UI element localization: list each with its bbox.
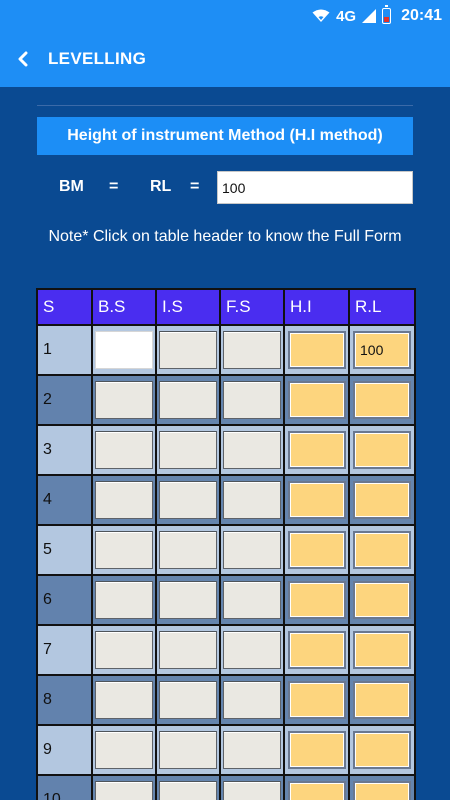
- equals-sign: =: [190, 178, 200, 195]
- bs-input[interactable]: [95, 631, 153, 669]
- table-row: 6: [36, 574, 416, 626]
- is-input[interactable]: [159, 681, 217, 719]
- bs-input[interactable]: [95, 731, 153, 769]
- table-row: 3: [36, 424, 416, 476]
- fs-input[interactable]: [223, 481, 281, 519]
- table-row: 2: [36, 374, 416, 426]
- bs-input[interactable]: [95, 481, 153, 519]
- header-rl[interactable]: R.L: [348, 288, 416, 326]
- table-row: 5: [36, 524, 416, 576]
- hi-field[interactable]: [287, 631, 346, 669]
- hi-field[interactable]: [287, 331, 346, 369]
- fs-input[interactable]: [223, 631, 281, 669]
- levelling-table: S B.S I.S F.S H.I R.L 1 2 3: [36, 288, 416, 800]
- serial-number: 8: [36, 674, 93, 726]
- hi-field[interactable]: [287, 581, 346, 619]
- hi-field[interactable]: [287, 731, 346, 769]
- serial-number: 7: [36, 624, 93, 676]
- app-bar: LEVELLING: [0, 31, 450, 87]
- is-input[interactable]: [159, 331, 217, 369]
- chevron-left-icon: [18, 51, 28, 67]
- bs-input[interactable]: [95, 781, 153, 800]
- rl-label: RL: [150, 178, 172, 195]
- is-input[interactable]: [159, 731, 217, 769]
- status-bar: 4G 20:41: [0, 0, 450, 31]
- wifi-icon: [312, 9, 330, 22]
- status-time: 20:41: [401, 7, 442, 24]
- battery-icon: [382, 5, 392, 24]
- serial-number: 5: [36, 524, 93, 576]
- table-row: 9: [36, 724, 416, 776]
- serial-number: 1: [36, 324, 93, 376]
- equals-sign: =: [109, 178, 119, 195]
- hi-field[interactable]: [287, 781, 346, 800]
- method-banner: Height of instrument Method (H.I method): [37, 117, 413, 155]
- is-input[interactable]: [159, 781, 217, 800]
- network-type: 4G: [336, 7, 357, 25]
- fs-input[interactable]: [223, 331, 281, 369]
- signal-icon: [362, 9, 377, 23]
- header-hi[interactable]: H.I: [283, 288, 350, 326]
- hi-field[interactable]: [287, 681, 346, 719]
- header-s[interactable]: S: [36, 288, 93, 326]
- fs-input[interactable]: [223, 431, 281, 469]
- bm-rl-row: BM = RL =: [37, 171, 413, 204]
- page-title: LEVELLING: [48, 49, 147, 68]
- serial-number: 6: [36, 574, 93, 626]
- hi-field[interactable]: [287, 431, 346, 469]
- bs-input[interactable]: [95, 581, 153, 619]
- header-fs[interactable]: F.S: [219, 288, 285, 326]
- status-icons: 4G 20:41: [312, 5, 442, 27]
- rl-field[interactable]: [353, 431, 411, 469]
- bs-input[interactable]: [95, 681, 153, 719]
- serial-number: 4: [36, 474, 93, 526]
- rl-input[interactable]: [217, 171, 413, 204]
- bs-input[interactable]: [95, 431, 153, 469]
- is-input[interactable]: [159, 481, 217, 519]
- rl-field[interactable]: [353, 581, 411, 619]
- serial-number: 2: [36, 374, 93, 426]
- table-row: 10: [36, 774, 416, 800]
- is-input[interactable]: [159, 531, 217, 569]
- table-row: 1: [36, 324, 416, 376]
- table-row: 4: [36, 474, 416, 526]
- is-input[interactable]: [159, 631, 217, 669]
- table-header-row: S B.S I.S F.S H.I R.L: [36, 288, 416, 326]
- bs-input[interactable]: [95, 331, 153, 369]
- fs-input[interactable]: [223, 531, 281, 569]
- back-button[interactable]: [0, 31, 46, 87]
- rl-field[interactable]: [353, 731, 411, 769]
- bs-input[interactable]: [95, 381, 153, 419]
- table-row: 7: [36, 624, 416, 676]
- fs-input[interactable]: [223, 781, 281, 800]
- header-bs[interactable]: B.S: [91, 288, 157, 326]
- rl-field[interactable]: [353, 381, 411, 419]
- is-input[interactable]: [159, 431, 217, 469]
- hi-field[interactable]: [287, 481, 346, 519]
- fs-input[interactable]: [223, 731, 281, 769]
- bs-input[interactable]: [95, 531, 153, 569]
- table-row: 8: [36, 674, 416, 726]
- fs-input[interactable]: [223, 681, 281, 719]
- rl-field[interactable]: [353, 631, 411, 669]
- bm-label: BM: [59, 178, 84, 195]
- header-is[interactable]: I.S: [155, 288, 221, 326]
- serial-number: 10: [36, 774, 93, 800]
- divider: [37, 105, 413, 106]
- is-input[interactable]: [159, 581, 217, 619]
- serial-number: 3: [36, 424, 93, 476]
- rl-field[interactable]: [353, 681, 411, 719]
- rl-field[interactable]: [353, 481, 411, 519]
- hi-field[interactable]: [287, 531, 346, 569]
- hi-field[interactable]: [287, 381, 346, 419]
- fs-input[interactable]: [223, 581, 281, 619]
- is-input[interactable]: [159, 381, 217, 419]
- note-text: Note* Click on table header to know the …: [48, 228, 402, 245]
- fs-input[interactable]: [223, 381, 281, 419]
- rl-field[interactable]: [353, 781, 411, 800]
- serial-number: 9: [36, 724, 93, 776]
- rl-field[interactable]: [353, 331, 411, 369]
- rl-field[interactable]: [353, 531, 411, 569]
